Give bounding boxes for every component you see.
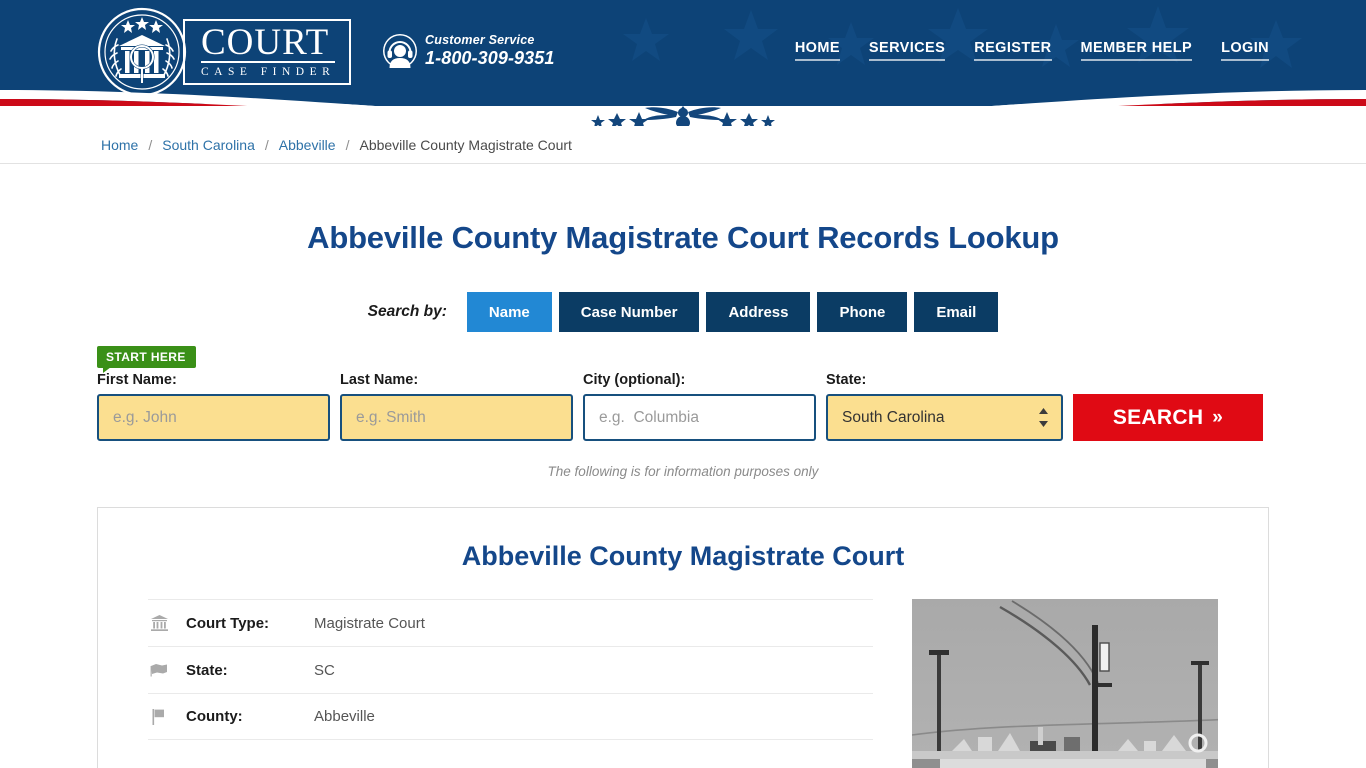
tab-phone[interactable]: Phone — [817, 292, 908, 332]
customer-service-block[interactable]: Customer Service 1-800-309-9351 — [383, 33, 555, 68]
site-logo[interactable]: COURT CASE FINDER — [97, 7, 352, 97]
search-button[interactable]: SEARCH » — [1073, 394, 1263, 441]
main-navigation: HOME SERVICES REGISTER MEMBER HELP LOGIN — [794, 40, 1269, 61]
state-label: State: — [826, 372, 867, 388]
breadcrumb-item-home[interactable]: Home — [101, 137, 138, 153]
tab-name[interactable]: Name — [466, 292, 552, 332]
breadcrumb-item-abbeville[interactable]: Abbeville — [279, 137, 336, 153]
city-input[interactable] — [583, 394, 816, 441]
table-row: Court Type: Magistrate Court — [148, 599, 873, 646]
breadcrumb: Home / South Carolina / Abbeville / Abbe… — [0, 126, 1366, 164]
customer-service-label: Customer Service — [425, 33, 535, 47]
start-here-badge: START HERE — [97, 346, 196, 373]
court-seal-icon — [97, 7, 187, 97]
logo-primary-text: COURT — [201, 24, 336, 63]
detail-label: County: — [186, 708, 243, 725]
headset-support-icon — [383, 33, 417, 68]
tab-email[interactable]: Email — [914, 292, 999, 332]
last-name-input[interactable] — [340, 394, 573, 441]
search-button-label: SEARCH — [1112, 405, 1204, 429]
table-row: State: SC — [148, 646, 873, 693]
state-select[interactable]: South Carolina — [826, 394, 1063, 441]
detail-label: State: — [186, 661, 228, 679]
detail-value: SC — [314, 661, 335, 679]
breadcrumb-item-south-carolina[interactable]: South Carolina — [162, 137, 255, 153]
search-form: START HERE First Name: Last Name: City (… — [0, 346, 1366, 479]
nav-item-services[interactable]: SERVICES — [868, 40, 946, 61]
bank-building-icon — [148, 615, 170, 631]
customer-service-phone[interactable]: 1-800-309-9351 — [425, 48, 555, 68]
nav-item-member-help[interactable]: MEMBER HELP — [1080, 40, 1193, 61]
tab-case-number[interactable]: Case Number — [558, 292, 700, 332]
courthouse-photo — [911, 599, 1218, 768]
site-header: COURT CASE FINDER Customer Service 1-800… — [0, 0, 1366, 104]
first-name-input[interactable] — [97, 394, 330, 441]
state-field-group: State: South Carolina — [826, 372, 1063, 441]
flag-icon — [148, 708, 170, 725]
map-state-icon — [148, 663, 170, 677]
search-by-tabs: Search by: Name Case Number Address Phon… — [0, 292, 1366, 332]
first-name-field-group: First Name: — [97, 372, 330, 441]
breadcrumb-separator: / — [345, 136, 350, 153]
nav-item-login[interactable]: LOGIN — [1221, 40, 1269, 61]
first-name-label: First Name: — [97, 372, 177, 388]
search-form-row: First Name: Last Name: City (optional): … — [97, 372, 1269, 441]
court-name-heading: Abbeville County Magistrate Court — [461, 541, 905, 571]
breadcrumb-separator: / — [148, 136, 153, 153]
breadcrumb-item-current: Abbeville County Magistrate Court — [359, 136, 572, 153]
detail-value: Magistrate Court — [314, 614, 425, 632]
logo-wordmark: COURT CASE FINDER — [183, 19, 352, 85]
detail-value: Abbeville — [314, 708, 375, 725]
court-info-card: Abbeville County Magistrate Court Court … — [97, 507, 1269, 768]
tab-address[interactable]: Address — [706, 292, 811, 332]
page-title: Abbeville County Magistrate Court Record… — [307, 220, 1059, 255]
logo-secondary-text: CASE FINDER — [201, 66, 336, 78]
search-by-label: Search by: — [367, 303, 447, 320]
double-chevron-right-icon: » — [1212, 407, 1224, 428]
city-field-group: City (optional): — [583, 372, 816, 441]
court-details-table: Court Type: Magistrate Court State: SC C… — [148, 599, 873, 768]
detail-label: Court Type: — [186, 614, 270, 632]
last-name-field-group: Last Name: — [340, 372, 573, 441]
breadcrumb-separator: / — [264, 136, 269, 153]
disclaimer-text: The following is for information purpose… — [547, 464, 819, 479]
nav-item-register[interactable]: REGISTER — [974, 40, 1052, 61]
nav-item-home[interactable]: HOME — [794, 40, 840, 61]
city-label: City (optional): — [583, 372, 686, 388]
table-row: County: Abbeville — [148, 693, 873, 740]
last-name-label: Last Name: — [340, 372, 419, 388]
